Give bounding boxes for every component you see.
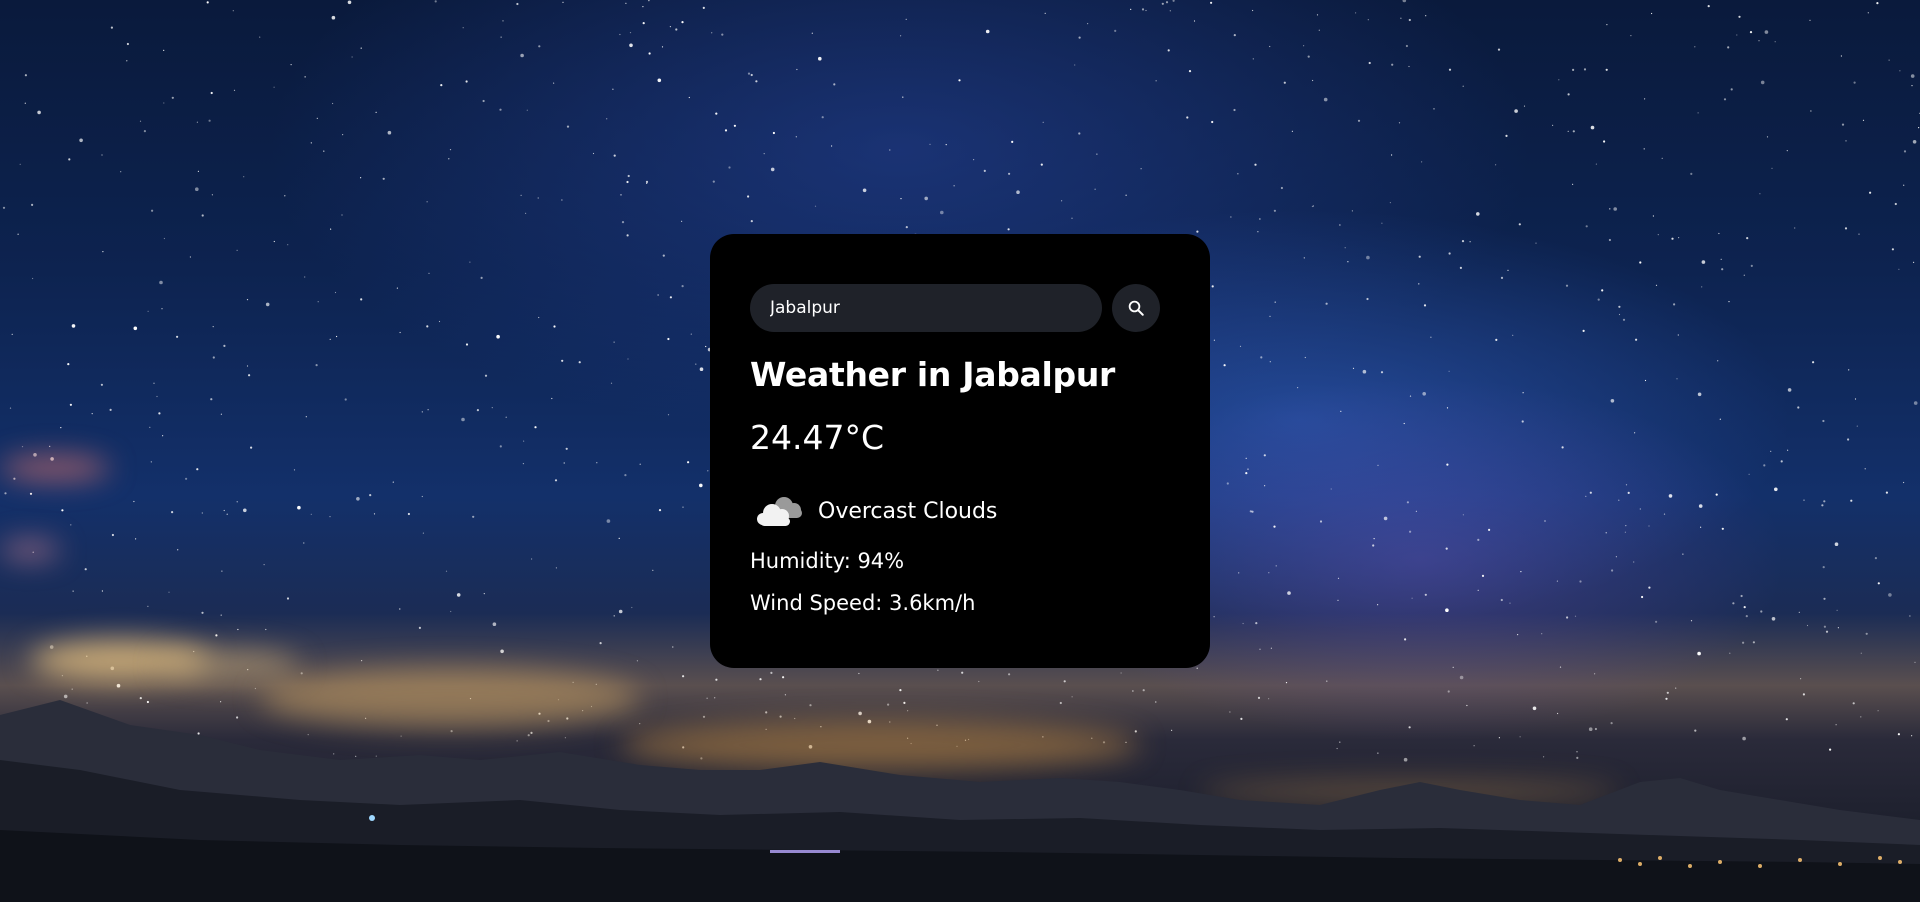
background-night-sky: Weather in Jabalpur 24.47°C: [0, 0, 1920, 902]
weather-card: Weather in Jabalpur 24.47°C: [710, 234, 1210, 668]
temperature-value: 24.47°C: [750, 418, 885, 457]
wind-speed-value: Wind Speed: 3.6km/h: [750, 591, 976, 615]
weather-description-row: Overcast Clouds: [750, 488, 1170, 534]
search-icon: [1128, 300, 1144, 316]
search-button[interactable]: [1112, 284, 1160, 332]
overcast-clouds-icon: [750, 488, 810, 534]
humidity-value: Humidity: 94%: [750, 549, 905, 573]
city-search-input[interactable]: [750, 284, 1102, 332]
search-bar: [750, 284, 1170, 332]
weather-description: Overcast Clouds: [818, 498, 998, 524]
weather-title: Weather in Jabalpur: [750, 355, 1116, 394]
